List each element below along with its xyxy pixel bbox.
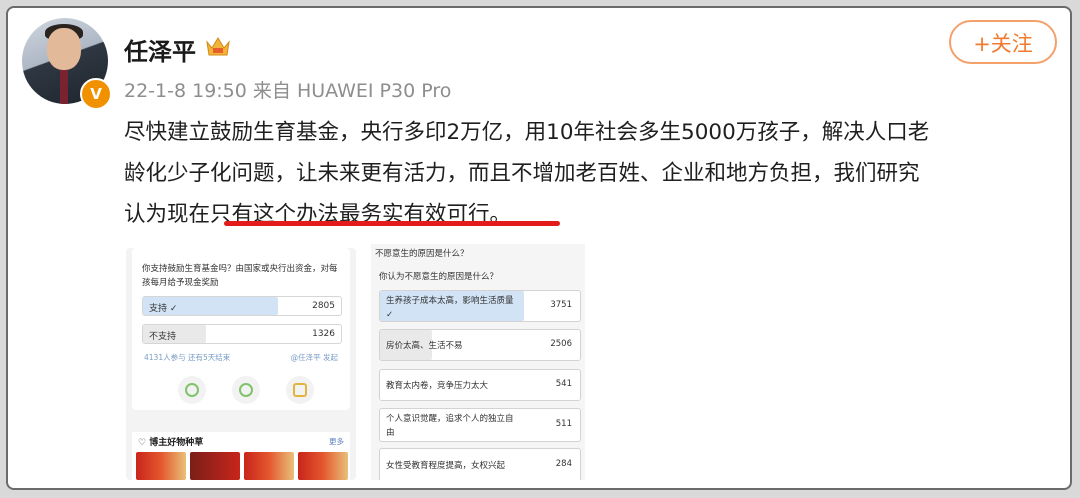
poll-option-label: 生养孩子成本太高，影响生活质量 ✓ [386, 296, 514, 320]
poll-option-label: 教育太内卷，竞争压力太大 [386, 381, 489, 391]
moments-share-icon[interactable] [232, 376, 260, 404]
poll-option-count: 1326 [312, 329, 335, 339]
poll-question: 你支持鼓励生育基金吗？由国家或央行出资金，对每孩每月给予现金奖励 [142, 264, 338, 288]
poll-option-label: 个人意识觉醒，追求个人的独立自由 [386, 414, 514, 438]
poll-option-label: 不支持 [149, 332, 177, 342]
product-thumbnail[interactable] [298, 452, 348, 480]
poll-participants: 4131人参与 还有5天结束 [144, 353, 231, 362]
recommend-section: ♡ 博主好物种草 更多 [132, 432, 350, 480]
poll-top-question: 不愿意生的原因是什么？ [375, 249, 469, 259]
poll-option[interactable]: 个人意识觉醒，追求个人的独立自由 511 [379, 408, 581, 442]
post-meta: 22-1-8 19:50 来自 HUAWEI P30 Pro [124, 80, 452, 102]
poll-option[interactable]: 生养孩子成本太高，影响生活质量 ✓ 3751 [379, 290, 581, 322]
recommend-more-link[interactable]: 更多 [329, 436, 344, 447]
recommend-title: ♡ 博主好物种草 [138, 438, 204, 448]
poll-option-label: 女性受教育程度提高，女权兴起 [386, 461, 506, 471]
poll-initiator[interactable]: @任泽平 发起 [291, 352, 338, 363]
poll-option-count: 541 [555, 379, 572, 389]
product-thumbnail[interactable] [244, 452, 294, 480]
poll-option-count: 284 [555, 459, 572, 469]
weibo-post-card: V 任泽平 22-1-8 19:50 来自 HUAWEI P30 Pro +关注… [6, 6, 1072, 490]
poll-option[interactable]: 女性受教育程度提高，女权兴起 284 [379, 448, 581, 480]
poll-option-label: 房价太高、生活不易 [386, 341, 463, 351]
verified-v-icon: V [80, 78, 112, 110]
poll-option[interactable]: 不支持 1326 [142, 324, 342, 344]
poll-option-count: 2805 [312, 301, 335, 311]
red-underline [224, 221, 560, 226]
poll-card: 你支持鼓励生育基金吗？由国家或央行出资金，对每孩每月给予现金奖励 支持 ✓ 28… [132, 248, 350, 410]
poll-question: 你认为不愿意生的原因是什么？ [379, 272, 499, 282]
poll-option[interactable]: 房价太高、生活不易 2506 [379, 329, 581, 361]
poll-screenshot-1[interactable]: 你支持鼓励生育基金吗？由国家或央行出资金，对每孩每月给予现金奖励 支持 ✓ 28… [126, 248, 356, 480]
save-image-icon[interactable] [286, 376, 314, 404]
post-text-line: 龄化少子化问题，让未来更有活力，而且不增加老百姓、企业和地方负担，我们研究 [124, 161, 920, 186]
follow-button[interactable]: +关注 [949, 20, 1057, 64]
author-name[interactable]: 任泽平 [124, 32, 196, 67]
post-text: 尽快建立鼓励生育基金，央行多印2万亿，用10年社会多生5000万孩子，解决人口老… [124, 112, 1054, 235]
product-thumbnail[interactable] [136, 452, 186, 480]
poll-option[interactable]: 支持 ✓ 2805 [142, 296, 342, 316]
avatar-face [47, 28, 81, 70]
product-thumbnail[interactable] [190, 452, 240, 480]
poll-option[interactable]: 教育太内卷，竞争压力太大 541 [379, 369, 581, 401]
poll-option-count: 2506 [550, 339, 572, 349]
avatar-tie [60, 70, 68, 104]
wechat-share-icon[interactable] [178, 376, 206, 404]
recommend-title-text: 博主好物种草 [149, 438, 204, 448]
poll-option-label: 支持 ✓ [149, 304, 178, 314]
post-text-line: 尽快建立鼓励生育基金，央行多印2万亿，用10年社会多生5000万孩子，解决人口老 [124, 120, 930, 145]
post-text-line: 认为现在只有这个办法最务实有效可行。 [124, 202, 512, 227]
poll-screenshot-2[interactable]: 不愿意生的原因是什么？ 你认为不愿意生的原因是什么？ 生养孩子成本太高，影响生活… [371, 244, 585, 480]
poll-option-count: 3751 [550, 300, 572, 310]
poll-option-count: 511 [555, 419, 572, 429]
member-crown-icon [206, 37, 230, 56]
